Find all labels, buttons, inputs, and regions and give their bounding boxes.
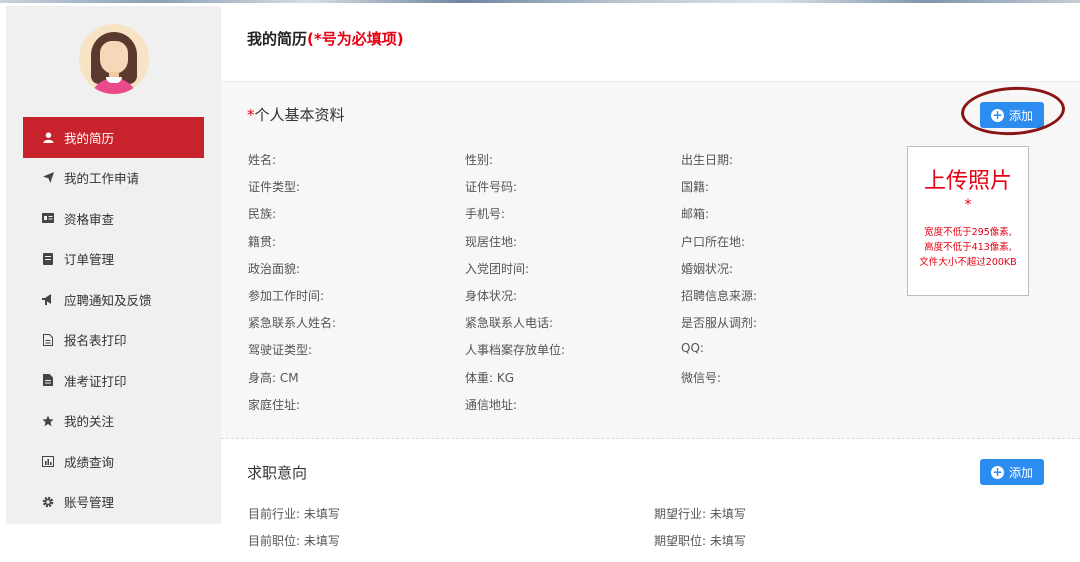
- job-intention-title: 求职意向: [247, 464, 308, 482]
- basic-info-field: 身体状况:: [465, 289, 518, 303]
- basic-info-field: 参加工作时间:: [248, 289, 325, 303]
- basic-info-field: 户口所在地:: [681, 234, 746, 249]
- required-note: (*号为必填项): [307, 30, 404, 48]
- sidebar-item-admission-ticket[interactable]: 准考证打印: [6, 360, 221, 401]
- basic-info-field: 紧急联系人姓名:: [248, 316, 337, 331]
- basic-info-title-text: 个人基本资料: [254, 106, 345, 124]
- basic-info-field: 国籍:: [681, 180, 710, 195]
- sidebar-item-print-form[interactable]: 报名表打印: [6, 320, 221, 361]
- basic-info-field: 手机号:: [465, 207, 506, 222]
- sidebar-item-my-follows[interactable]: 我的关注: [6, 401, 221, 442]
- gear-icon: [42, 496, 54, 508]
- page-header: 我的简历(*号为必填项): [221, 6, 1080, 82]
- sidebar-item-label: 资格审查: [64, 211, 115, 227]
- sidebar-item-label: 成绩查询: [64, 454, 115, 470]
- basic-info-field: 入党团时间:: [465, 261, 530, 276]
- basic-info-section: *个人基本资料 + 添加 姓名: 证件类型: 民族: 籍贯: 政治面貌: 参加工作时间: 紧急…: [221, 82, 1080, 439]
- basic-info-field: 姓名:: [248, 153, 277, 167]
- sidebar-item-my-applications[interactable]: 我的工作申请: [6, 158, 221, 199]
- expected-industry-field: 期望行业: 未填写: [654, 507, 746, 521]
- sidebar-item-label: 我的关注: [64, 414, 115, 430]
- sidebar-item-label: 我的简历: [64, 130, 115, 146]
- basic-info-field: 紧急联系人电话:: [465, 316, 554, 331]
- add-button-label: 添加: [1008, 465, 1033, 480]
- upload-photo-title: 上传照片: [923, 169, 1012, 194]
- basic-info-field: 证件类型:: [248, 180, 301, 195]
- page-title: 我的简历(*号为必填项): [247, 28, 404, 49]
- photo-note-size: 文件大小不超过200KB: [919, 257, 1017, 268]
- avatar: [79, 24, 149, 94]
- file-icon: [42, 333, 54, 346]
- basic-info-field: 是否服从调剂:: [681, 316, 758, 331]
- sidebar-item-notices[interactable]: 应聘通知及反馈: [6, 279, 221, 320]
- sidebar-item-qualification[interactable]: 资格审查: [6, 198, 221, 239]
- job-intention-section: 求职意向 + 添加 目前行业: 未填写 目前职位: 未填写 期望行业: 未填写 期…: [221, 440, 1080, 562]
- star-icon: [42, 415, 54, 427]
- basic-info-title: *个人基本资料: [247, 104, 345, 125]
- id-card-icon: [42, 212, 54, 224]
- sidebar-item-label: 账号管理: [64, 495, 115, 511]
- photo-required-star: *: [964, 197, 972, 213]
- sidebar-item-label: 订单管理: [64, 252, 115, 268]
- basic-info-field: QQ:: [681, 341, 704, 356]
- basic-info-field: 招聘信息来源:: [681, 289, 758, 303]
- basic-info-field: 邮箱:: [681, 207, 710, 222]
- user-icon: [42, 131, 54, 143]
- main-content: 我的简历(*号为必填项) *个人基本资料 + 添加 姓名: 证件类型: 民族: 籍贯: 政…: [221, 0, 1080, 562]
- sidebar-item-orders[interactable]: 订单管理: [6, 239, 221, 280]
- photo-note-width: 宽度不低于295像素,: [924, 227, 1012, 238]
- basic-info-field: 出生日期:: [681, 153, 734, 167]
- basic-info-field: 现居住地:: [465, 234, 518, 249]
- basic-info-field: 家庭住址:: [248, 397, 301, 412]
- basic-info-field: 政治面貌:: [248, 261, 301, 276]
- plus-circle-icon: +: [990, 464, 1004, 479]
- sidebar-item-label: 准考证打印: [64, 373, 127, 389]
- sidebar-nav: 我的简历 我的工作申请 资格审查 订单管理 应聘通知及反馈 报名表打印 准考证打…: [6, 117, 221, 522]
- bullhorn-icon: [42, 293, 54, 305]
- sidebar-item-scores[interactable]: 成绩查询: [6, 441, 221, 482]
- sidebar-item-account[interactable]: 账号管理: [6, 482, 221, 523]
- current-position-field: 目前职位: 未填写: [248, 534, 340, 548]
- file-solid-icon: [42, 374, 54, 387]
- basic-info-field: 性别:: [465, 153, 494, 167]
- basic-info-field: 微信号:: [681, 370, 722, 385]
- basic-info-field: 证件号码:: [465, 180, 518, 195]
- basic-info-field: 婚姻状况:: [681, 261, 734, 276]
- basic-info-field: 籍贯:: [248, 234, 277, 249]
- current-industry-field: 目前行业: 未填写: [248, 507, 340, 521]
- sidebar: 我的简历 我的工作申请 资格审查 订单管理 应聘通知及反馈 报名表打印 准考证打…: [6, 6, 221, 524]
- basic-info-field: 身高: CM: [248, 370, 299, 385]
- basic-info-field: 体重: KG: [465, 370, 515, 385]
- basic-info-field: 民族:: [248, 207, 277, 222]
- add-job-intention-button[interactable]: + 添加: [980, 459, 1044, 485]
- sidebar-item-label: 报名表打印: [64, 333, 127, 349]
- basic-info-field: 人事档案存放单位:: [465, 343, 566, 358]
- upload-photo-box[interactable]: 上传照片 * 宽度不低于295像素, 高度不低于413像素, 文件大小不超过20…: [907, 146, 1029, 296]
- bar-chart-icon: [42, 455, 54, 467]
- required-star: *: [247, 106, 255, 124]
- sidebar-item-label: 我的工作申请: [64, 171, 140, 187]
- basic-info-field: 通信地址:: [465, 397, 518, 412]
- paper-plane-icon: [42, 172, 54, 184]
- page-title-text: 我的简历: [247, 30, 308, 48]
- photo-note-height: 高度不低于413像素,: [924, 242, 1012, 253]
- sidebar-item-label: 应聘通知及反馈: [64, 292, 152, 308]
- expected-position-field: 期望职位: 未填写: [654, 534, 746, 548]
- basic-info-field: 驾驶证类型:: [248, 343, 313, 358]
- document-icon: [42, 252, 54, 265]
- sidebar-item-my-resume[interactable]: 我的简历: [23, 117, 204, 158]
